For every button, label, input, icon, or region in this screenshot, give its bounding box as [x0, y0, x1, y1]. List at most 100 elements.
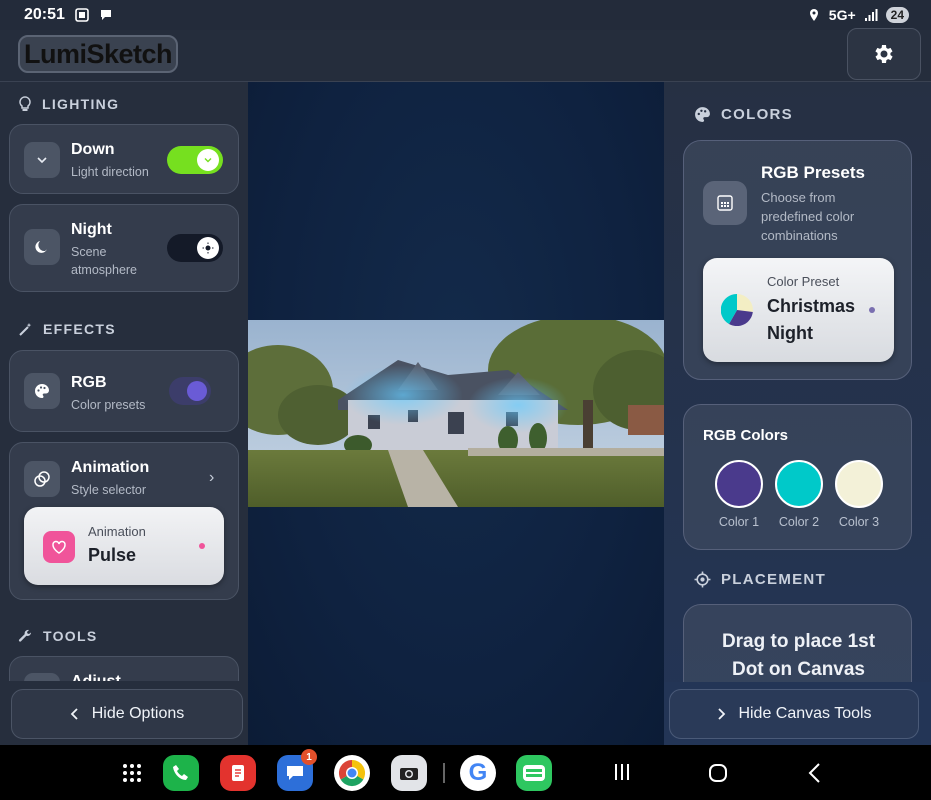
network-type: 5G+ [828, 7, 856, 23]
animation-title: Animation [71, 459, 150, 476]
chat-notification-icon [100, 10, 111, 20]
animation-subtitle: Style selector [71, 483, 147, 497]
color-3-swatch[interactable] [835, 460, 883, 508]
home-icon [709, 764, 727, 782]
color-1-label: Color 1 [718, 515, 760, 529]
back-arrow-icon [808, 763, 820, 783]
toggle-knob [197, 149, 219, 171]
toggle-knob [197, 237, 219, 259]
house-photo [248, 320, 664, 507]
selection-dot [869, 307, 875, 313]
chevron-left-icon [70, 708, 78, 720]
app-drawer-button[interactable] [114, 755, 150, 791]
scene-toggle[interactable] [167, 234, 223, 262]
recents-button[interactable] [612, 762, 632, 787]
app-logo: LumiSketch [18, 35, 178, 73]
presets-desc-line2: predefined color [761, 209, 855, 224]
google-g-icon: G [468, 759, 488, 786]
preset-selected-label: Color Preset [767, 274, 840, 289]
chat-bubble-icon [287, 766, 303, 780]
light-direction-toggle[interactable] [167, 146, 223, 174]
dock-divider [443, 763, 445, 783]
moon-icon [35, 241, 47, 253]
direction-title: Down [71, 141, 115, 158]
phone-app[interactable] [163, 755, 199, 791]
phone-icon [173, 765, 188, 780]
camera-app[interactable] [391, 755, 427, 791]
direction-subtitle: Light direction [71, 165, 149, 179]
rgb-toggle[interactable] [169, 377, 211, 405]
rgb-title: RGB [71, 374, 107, 391]
chevron-down-icon [37, 157, 47, 164]
home-button[interactable] [707, 762, 729, 789]
crosshair-icon [694, 571, 711, 588]
rgb-subtitle: Color presets [71, 398, 146, 412]
lightbulb-icon [19, 96, 31, 111]
rgb-presets-card: RGB Presets Choose from predefined color… [683, 140, 912, 380]
chrome-app[interactable] [334, 755, 370, 791]
heart-icon-box [43, 531, 75, 563]
camera-icon [400, 768, 418, 780]
selection-dot [199, 543, 205, 549]
app-bar: LumiSketch [0, 28, 931, 82]
color-2-label: Color 2 [778, 515, 820, 529]
clock: 20:51 [24, 6, 65, 23]
recents-icon [615, 764, 629, 780]
rgb-colors-card: RGB Colors Color 1 Color 2 Color 3 [683, 404, 912, 550]
direction-icon-box [24, 142, 60, 178]
gear-icon [875, 45, 893, 63]
chevron-right-icon[interactable]: › [209, 469, 214, 487]
rgb-card[interactable]: RGB Color presets [9, 350, 239, 432]
color-1-swatch[interactable] [715, 460, 763, 508]
screenshot-icon [75, 8, 89, 22]
system-navigation-bar: 1 G [0, 745, 931, 800]
preset-selected-line1: Christmas [767, 296, 856, 316]
presets-desc-line1: Choose from [761, 190, 836, 205]
scene-title: Night [71, 221, 112, 238]
options-panel: LIGHTING Down Light direction Night Scen… [0, 82, 248, 745]
light-direction-card[interactable]: Down Light direction [9, 124, 239, 194]
settings-button[interactable] [847, 28, 921, 80]
hide-canvas-tools-button[interactable]: Hide Canvas Tools [669, 689, 919, 739]
palette-icon [35, 384, 49, 398]
battery-level: 24 [885, 7, 909, 23]
presets-desc-line3: combinations [761, 228, 838, 243]
preset-selected-line2: Night [767, 323, 813, 343]
drawing-canvas[interactable] [248, 82, 664, 745]
presets-icon-box [703, 181, 747, 225]
google-app[interactable]: G [460, 755, 496, 791]
scene-subtitle-line2: atmosphere [71, 263, 138, 277]
heart-icon [52, 540, 66, 554]
placement-heading: PLACEMENT [694, 571, 826, 588]
animation-selected-label: Animation [88, 524, 146, 539]
messages-badge: 1 [301, 749, 317, 765]
wrench-icon [18, 629, 31, 642]
color-preset-selector[interactable]: Color Preset Christmas Night [703, 258, 894, 362]
location-icon [809, 9, 818, 21]
color-3-label: Color 3 [838, 515, 880, 529]
status-bar: 20:51 5G+ 24 [0, 0, 931, 30]
animation-selector[interactable]: Animation Pulse [24, 507, 224, 585]
scene-atmosphere-card[interactable]: Night Scene atmosphere [9, 204, 239, 292]
notebook-icon [232, 765, 244, 781]
signal-icon [864, 9, 878, 21]
canvas-tools-panel: COLORS RGB Presets Choose from predefine… [664, 82, 931, 745]
rgb-icon-box [24, 373, 60, 409]
toggle-knob [187, 381, 207, 401]
house-image [248, 320, 664, 507]
rgb-colors-title: RGB Colors [703, 427, 789, 444]
palette-icon [695, 107, 710, 122]
animation-selected-value: Pulse [88, 545, 137, 565]
app-grid-icon [123, 764, 141, 782]
magic-wand-icon [19, 322, 32, 336]
notes-app[interactable] [220, 755, 256, 791]
hide-options-button[interactable]: Hide Options [11, 689, 243, 739]
messages-app[interactable]: 1 [277, 749, 317, 791]
color-2-swatch[interactable] [775, 460, 823, 508]
back-button[interactable] [805, 762, 825, 789]
webtoon-app[interactable] [516, 755, 552, 791]
tools-heading: TOOLS [18, 628, 97, 644]
chevron-down-icon [204, 158, 212, 163]
chevron-right-icon [718, 708, 726, 720]
colors-heading: COLORS [694, 106, 793, 123]
